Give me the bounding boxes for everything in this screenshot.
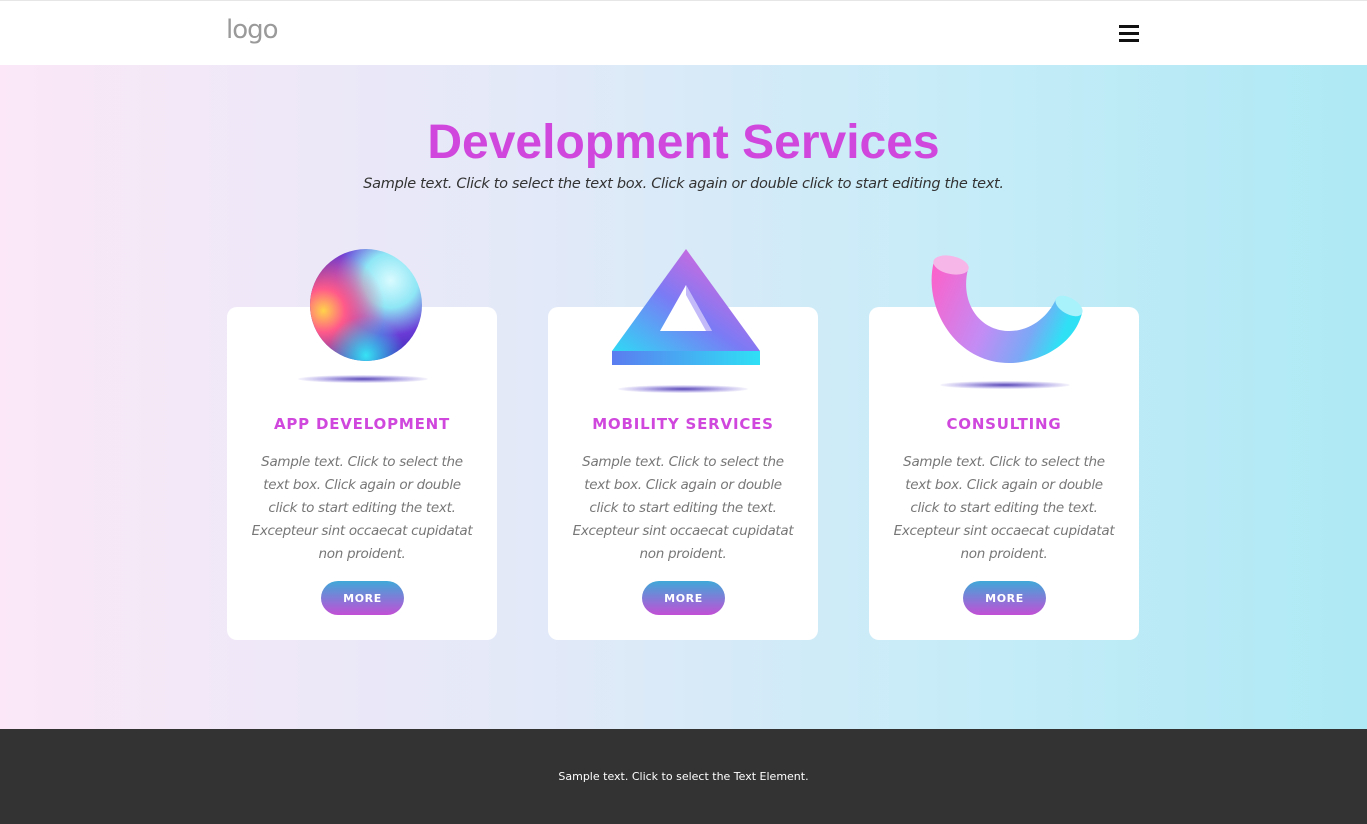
logo[interactable]: logo [226,15,279,45]
hero-section: Development Services Sample text. Click … [0,65,1367,729]
card-title: CONSULTING [946,415,1062,433]
hamburger-menu-icon[interactable] [1119,23,1139,43]
card-title: APP DEVELOPMENT [273,415,451,433]
sphere-shadow [298,375,428,383]
footer-text: Sample text. Click to select the Text El… [558,770,809,783]
more-button[interactable]: MORE [321,581,404,615]
torus-arc-icon [931,255,1083,364]
more-button[interactable]: MORE [963,581,1046,615]
sphere-icon [310,249,422,361]
site-footer: Sample text. Click to select the Text El… [0,729,1367,824]
more-button[interactable]: MORE [642,581,725,615]
page-subtitle: Sample text. Click to select the text bo… [363,176,1004,192]
page-title: Development Services [427,116,940,169]
triangle-shadow [618,385,748,393]
card-text: Sample text. Click to select the text bo… [572,454,794,562]
triangle-icon [612,249,760,365]
torus-shadow [940,381,1070,389]
card-text: Sample text. Click to select the text bo… [893,454,1115,562]
card-text: Sample text. Click to select the text bo… [251,454,473,562]
card-title: MOBILITY SERVICES [592,415,774,433]
site-header: logo [0,0,1367,65]
